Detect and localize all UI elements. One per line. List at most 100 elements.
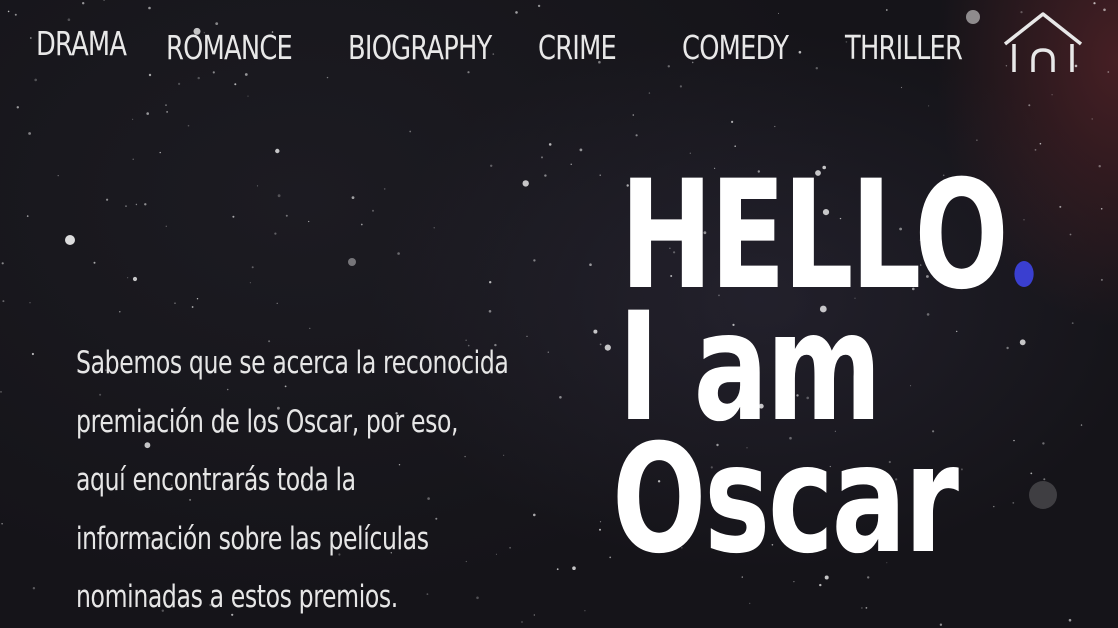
star-speck (32, 587, 36, 590)
accent-dot-icon (1014, 261, 1034, 287)
star-speck (490, 164, 493, 167)
star-speck (277, 194, 281, 198)
star-speck (106, 198, 109, 201)
star-speck (360, 223, 363, 226)
star-speck (489, 281, 492, 284)
star-speck (191, 306, 194, 308)
star-speck (119, 311, 121, 313)
star-speck (144, 203, 147, 206)
star-speck (572, 566, 576, 570)
star-speck (125, 205, 127, 208)
star-speck (174, 302, 176, 304)
star-speck (599, 343, 602, 346)
star-speck (31, 352, 34, 356)
star-speck (579, 148, 583, 152)
star-speck (249, 282, 251, 284)
star-speck (196, 298, 199, 300)
intro-line: información sobre las películas (76, 520, 429, 557)
star-speck (57, 175, 59, 177)
star-speck (309, 327, 311, 329)
nav-item-biography[interactable]: BIOGRAPHY (348, 28, 492, 68)
bokeh-blob (348, 258, 356, 266)
home-icon[interactable] (1002, 10, 1084, 76)
star-speck (599, 174, 601, 176)
bokeh-blob (65, 235, 75, 245)
star-speck (165, 225, 167, 227)
star-speck (159, 151, 161, 154)
star-speck (604, 344, 611, 351)
star-speck (0, 391, 2, 393)
star-speck (547, 351, 549, 353)
star-speck (533, 259, 536, 262)
star-speck (165, 104, 167, 106)
intro-line: Sabemos que se acerca la reconocida (76, 345, 509, 381)
page-background: DRAMA ROMANCE BIOGRAPHY CRIME COMEDY THR… (0, 0, 1118, 628)
star-speck (308, 220, 310, 223)
star-speck (16, 106, 19, 109)
star-speck (522, 180, 529, 187)
star-speck (1100, 278, 1103, 281)
star-speck (635, 134, 638, 137)
star-speck (166, 111, 168, 113)
star-speck (1, 262, 4, 265)
star-speck (274, 232, 277, 235)
star-speck (589, 263, 592, 267)
star-speck (146, 112, 149, 115)
star-speck (132, 158, 134, 160)
nav-item-comedy[interactable]: COMEDY (682, 28, 789, 68)
star-speck (2, 300, 5, 303)
star-speck (247, 95, 249, 97)
star-speck (1068, 618, 1072, 622)
intro-paragraph: Sabemos que se acerca la reconocida prem… (76, 334, 532, 627)
star-speck (570, 163, 572, 165)
star-speck (865, 607, 868, 609)
star-speck (135, 203, 138, 206)
star-speck (28, 132, 31, 135)
star-speck (29, 302, 31, 304)
genre-navigation: DRAMA ROMANCE BIOGRAPHY CRIME COMEDY THR… (0, 0, 1118, 90)
star-speck (93, 261, 96, 264)
star-speck (861, 607, 863, 609)
nav-item-drama[interactable]: DRAMA (36, 24, 127, 64)
star-speck (26, 215, 29, 217)
star-speck (127, 277, 129, 279)
star-speck (928, 105, 930, 107)
star-speck (731, 120, 734, 123)
star-speck (541, 156, 543, 159)
star-speck (275, 148, 280, 154)
star-speck (599, 528, 601, 531)
star-speck (593, 329, 598, 334)
star-speck (409, 130, 412, 133)
nav-item-thriller[interactable]: THRILLER (845, 28, 963, 68)
star-speck (251, 266, 254, 269)
intro-line: nominadas a estos premios. (76, 579, 398, 615)
star-speck (632, 114, 635, 116)
star-speck (976, 139, 978, 141)
star-speck (533, 513, 536, 517)
star-speck (132, 276, 138, 282)
star-speck (548, 143, 552, 146)
nav-item-crime[interactable]: CRIME (538, 28, 617, 68)
star-speck (433, 227, 435, 229)
star-speck (774, 125, 776, 128)
star-speck (351, 196, 355, 200)
star-speck (599, 521, 602, 523)
star-speck (1091, 118, 1093, 120)
star-speck (372, 209, 374, 212)
intro-line: premiación de los Oscar, por eso, (76, 403, 459, 440)
star-speck (609, 556, 612, 559)
star-speck (187, 124, 190, 127)
star-speck (276, 302, 278, 304)
star-speck (1, 523, 3, 525)
nav-item-romance[interactable]: ROMANCE (166, 28, 293, 68)
hero-heading: HELLO I am Oscar (612, 161, 1082, 587)
intro-line: aquí encontrarás toda la (76, 462, 356, 498)
star-speck (584, 610, 586, 612)
star-speck (939, 623, 943, 626)
star-speck (544, 174, 547, 177)
star-speck (132, 118, 134, 120)
hero-name-line: Oscar (612, 413, 959, 587)
star-speck (556, 568, 559, 571)
star-speck (232, 215, 235, 218)
star-speck (256, 185, 259, 187)
